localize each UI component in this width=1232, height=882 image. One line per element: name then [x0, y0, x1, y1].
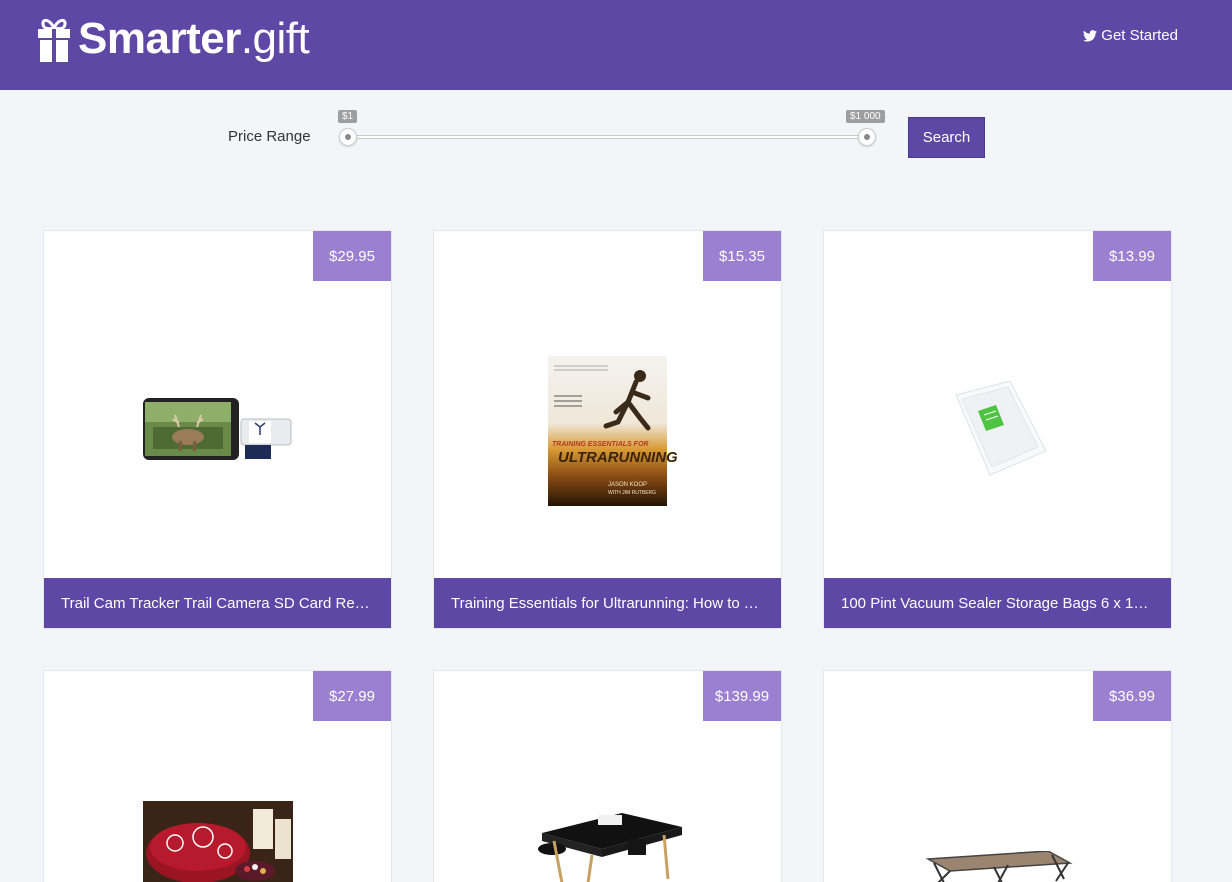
product-image-vacuum-bags[interactable] — [948, 380, 1048, 476]
logo[interactable]: Smarter.gift — [38, 11, 310, 67]
price-badge: $15.35 — [703, 231, 781, 281]
product-title[interactable]: 100 Pint Vacuum Sealer Storage Bags 6 x … — [824, 578, 1171, 628]
product-card[interactable]: TRAINING ESSENTIALS FOR ULTRARUNNING JAS… — [433, 230, 782, 629]
product-image-book[interactable]: TRAINING ESSENTIALS FOR ULTRARUNNING JAS… — [548, 356, 678, 506]
search-button[interactable]: Search — [908, 117, 985, 158]
product-image-sd-card-reader[interactable] — [143, 397, 293, 461]
price-badge: $13.99 — [1093, 231, 1171, 281]
book-title-main: ULTRARUNNING — [558, 449, 678, 466]
product-card[interactable]: $139.99 — [433, 670, 782, 882]
brand-name: Smarter.gift — [78, 14, 310, 63]
product-title[interactable]: Training Essentials for Ultrarunning: Ho… — [434, 578, 781, 628]
twitter-icon — [1083, 29, 1098, 42]
book-title-top: TRAINING ESSENTIALS FOR — [552, 441, 649, 448]
get-started-link[interactable]: Get Started — [1083, 27, 1178, 44]
min-price-tag: $1 — [338, 110, 358, 123]
price-range-label: Price Range — [228, 128, 311, 145]
book-author: JASON KOOP — [608, 482, 648, 488]
price-badge: $27.99 — [313, 671, 391, 721]
price-badge: $29.95 — [313, 231, 391, 281]
price-badge: $139.99 — [703, 671, 781, 721]
min-price-handle[interactable] — [339, 128, 357, 146]
product-card[interactable]: $27.99 — [43, 670, 392, 882]
product-card[interactable]: $13.99 100 Pint Vacuum Sealer Storage Ba… — [823, 230, 1172, 629]
site-header: Smarter.gift Get Started — [0, 0, 1232, 90]
product-card[interactable]: $29.95 Trail Cam Tracker Trail Camera SD… — [43, 230, 392, 629]
product-image-camping-cot[interactable] — [924, 850, 1074, 882]
product-card[interactable]: $36.99 — [823, 670, 1172, 882]
price-range-slider[interactable]: $1 $1 000 — [338, 108, 888, 150]
gift-icon — [38, 18, 70, 62]
product-title[interactable]: Trail Cam Tracker Trail Camera SD Card R… — [44, 578, 391, 628]
product-image-massage-table[interactable] — [532, 809, 684, 882]
price-badge: $36.99 — [1093, 671, 1171, 721]
slider-track[interactable] — [348, 135, 868, 139]
get-started-label: Get Started — [1101, 27, 1178, 44]
max-price-handle[interactable] — [858, 128, 876, 146]
book-coauthor: WITH JIM RUTBERG — [608, 490, 657, 496]
max-price-tag: $1 000 — [846, 110, 885, 123]
product-image-gift-tin[interactable] — [143, 801, 293, 882]
